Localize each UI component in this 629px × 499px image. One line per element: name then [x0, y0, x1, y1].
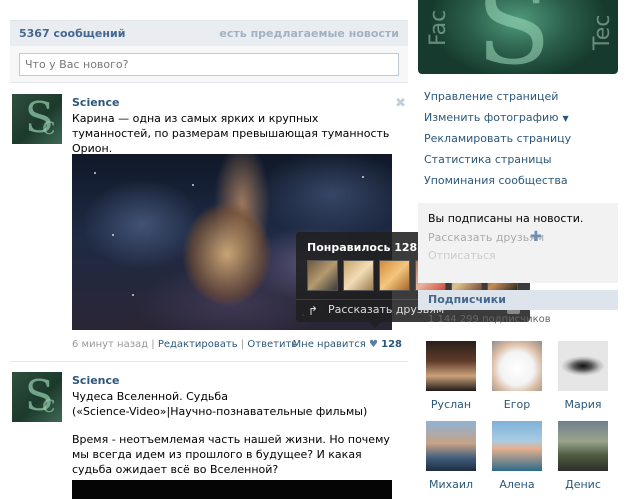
- reply-link[interactable]: Ответить: [247, 339, 297, 350]
- subscriber-photo[interactable]: [558, 421, 608, 471]
- subscriber-photo[interactable]: [492, 341, 542, 391]
- subscriber-name[interactable]: Мария: [557, 398, 609, 411]
- post: S c Science Чудеса Вселенной. Судьба («S…: [10, 372, 408, 499]
- like-count: 128: [381, 339, 402, 350]
- liker-avatar[interactable]: [379, 260, 410, 291]
- edit-link[interactable]: Редактировать: [158, 339, 238, 350]
- science-logo-c: c: [42, 390, 56, 418]
- subscriber[interactable]: Денис: [557, 421, 609, 491]
- post-text-line: («Science-Video»|Научно-познавательные ф…: [72, 405, 368, 418]
- subscription-box: Вы подписаны на новости. Рассказать друз…: [418, 203, 618, 283]
- subscriber-name[interactable]: Алена: [491, 478, 543, 491]
- subscribers-title[interactable]: Подписчики: [428, 293, 506, 306]
- caret-down-icon: ▼: [562, 114, 569, 123]
- menu-advertise-page[interactable]: Рекламировать страницу: [424, 132, 571, 145]
- heart-icon: ♥: [368, 339, 378, 350]
- subscriber-name[interactable]: Михаил: [425, 478, 477, 491]
- post-author-avatar[interactable]: S c: [12, 372, 62, 422]
- cover-art-letters: Tec: [590, 14, 615, 50]
- menu-change-photo-label: Изменить фотографию: [424, 111, 559, 124]
- liker-avatar[interactable]: [307, 260, 338, 291]
- menu-community-mentions[interactable]: Упоминания сообщества: [424, 174, 568, 187]
- liker-avatar[interactable]: [343, 260, 374, 291]
- post-author-name[interactable]: Science: [72, 374, 120, 387]
- post-text-paragraph: Время - неотъемлемая часть нашей жизни. …: [72, 433, 390, 476]
- post-author-avatar[interactable]: S c: [12, 94, 62, 144]
- menu-change-photo[interactable]: Изменить фотографию ▼: [424, 111, 569, 124]
- suggested-news-link[interactable]: есть предлагаемые новости: [219, 27, 399, 40]
- post-video-thumbnail[interactable]: [72, 480, 392, 499]
- like-button[interactable]: Мне нравится ♥ 128: [293, 339, 402, 350]
- unsubscribe-link[interactable]: Отписаться: [428, 249, 496, 262]
- cover-art-s: S: [476, 0, 552, 74]
- community-cover[interactable]: Fac S Tec: [418, 0, 618, 74]
- subscribers-count: 1 144 299 подписчиков: [428, 314, 551, 325]
- meta-separator: |: [240, 339, 245, 350]
- subscriber-name[interactable]: Егор: [491, 398, 543, 411]
- plus-icon[interactable]: ✚: [530, 229, 542, 245]
- post-divider: [10, 361, 408, 362]
- subscriber[interactable]: Руслан: [425, 341, 477, 411]
- post-text: Карина — одна из самых ярких и крупных т…: [72, 112, 390, 155]
- subscriber-name[interactable]: Денис: [557, 478, 609, 491]
- subscriber-photo[interactable]: [426, 341, 476, 391]
- tooltip-pointer: [369, 322, 381, 328]
- subscribers-header: Подписчики: [418, 290, 618, 310]
- subscriber-photo[interactable]: [426, 421, 476, 471]
- menu-manage-page[interactable]: Управление страницей: [424, 90, 558, 103]
- post-text-line: Чудеса Вселенной. Судьба: [72, 390, 228, 403]
- post-time[interactable]: 6 минут назад: [72, 339, 148, 350]
- subscriber[interactable]: Егор: [491, 341, 543, 411]
- tell-friends-link[interactable]: Рассказать друзьям: [428, 231, 544, 244]
- posts-count[interactable]: 5367 сообщений: [19, 27, 125, 40]
- share-arrow-icon: ↱: [308, 304, 319, 318]
- new-post-input[interactable]: Что у Вас нового?: [19, 53, 399, 76]
- subscriber-photo[interactable]: [492, 421, 542, 471]
- science-logo-c: c: [42, 112, 56, 140]
- meta-separator: |: [151, 339, 155, 350]
- feed-header: 5367 сообщений есть предлагаемые новости: [10, 20, 408, 46]
- subscriber[interactable]: Мария: [557, 341, 609, 411]
- cover-art-letters: Fac: [426, 9, 451, 46]
- post-author-name[interactable]: Science: [72, 96, 120, 109]
- composer-area: Что у Вас нового?: [10, 46, 408, 83]
- subscriber[interactable]: Алена: [491, 421, 543, 491]
- subscriber-name[interactable]: Руслан: [425, 398, 477, 411]
- subscribed-status: Вы подписаны на новости.: [428, 212, 584, 225]
- subscriber[interactable]: Михаил: [425, 421, 477, 491]
- like-label: Мне нравится: [292, 339, 366, 350]
- menu-page-stats[interactable]: Статистика страницы: [424, 153, 552, 166]
- close-icon[interactable]: ✖: [395, 96, 406, 111]
- subscriber-photo[interactable]: [558, 341, 608, 391]
